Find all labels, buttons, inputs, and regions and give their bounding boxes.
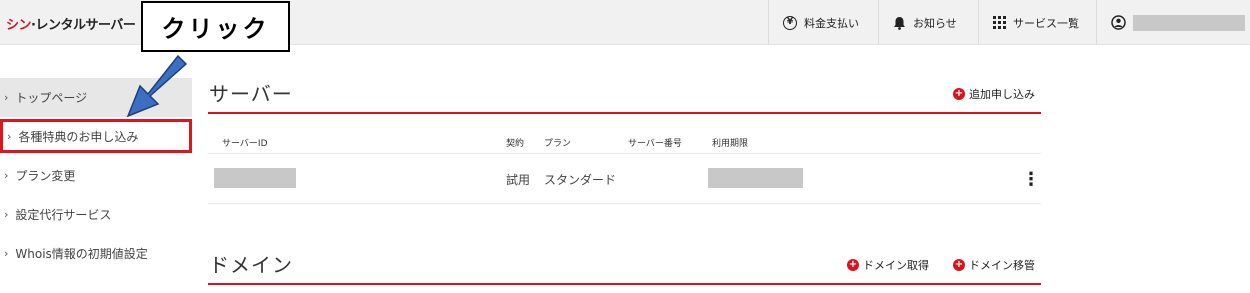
user-icon (1111, 15, 1126, 30)
nav-news[interactable]: お知らせ (878, 0, 978, 45)
domain-section-header: ドメイン + ドメイン取得 + ドメイン移管 (208, 249, 1041, 285)
sidebar-item-benefits[interactable]: › 各種特典のお申し込み (0, 119, 192, 153)
redacted-server-id (214, 168, 296, 188)
callout-text: クリック (161, 15, 270, 43)
yen-circle-icon: ¥ (783, 15, 797, 30)
col-server-id: サーバーID (222, 139, 268, 149)
sidebar-item-label: トップページ (15, 91, 88, 105)
sidebar-item-label: 設定代行サービス (15, 208, 112, 222)
add-server-label: 追加申し込み (969, 88, 1035, 101)
plus-circle-icon: + (953, 259, 965, 271)
logo-brand: シン (6, 18, 32, 33)
pointer-arrow-icon (126, 54, 188, 118)
add-server-link[interactable]: + 追加申し込み (953, 86, 1035, 102)
col-server-number: サーバー番号 (628, 139, 682, 149)
plus-circle-icon: + (847, 259, 859, 271)
redacted-expiry (708, 168, 803, 188)
sidebar-item-label: プラン変更 (15, 169, 76, 183)
col-plan: プラン (544, 139, 572, 149)
sidebar-item-setup-service[interactable]: › 設定代行サービス (0, 195, 192, 234)
redacted-username (1133, 14, 1245, 31)
kebab-icon[interactable]: ⋮ (1022, 171, 1040, 189)
server-section-header: サーバー + 追加申し込み (208, 78, 1041, 114)
nav-payment[interactable]: ¥ 料金支払い (768, 0, 878, 45)
row-contract: 試用 (506, 173, 531, 187)
nav-payment-label: 料金支払い (804, 16, 859, 30)
server-section-title: サーバー (209, 82, 293, 106)
sidebar-item-plan-change[interactable]: › プラン変更 (0, 156, 192, 195)
chevron-right-icon: › (4, 91, 9, 104)
chevron-right-icon: › (4, 169, 9, 182)
domain-section-title: ドメイン (209, 253, 293, 277)
plus-circle-icon: + (953, 88, 965, 100)
acquire-domain-link[interactable]: + ドメイン取得 (847, 257, 929, 273)
nav-user-menu[interactable] (1096, 0, 1250, 45)
nav-services[interactable]: サービス一覧 (978, 0, 1096, 45)
server-table-header: サーバーID 契約 プラン サーバー番号 利用期限 (208, 126, 1041, 154)
grid-icon (993, 16, 1006, 29)
nav-services-label: サービス一覧 (1013, 16, 1079, 30)
sidebar-item-label: Whois情報の初期値設定 (15, 247, 148, 261)
chevron-right-icon: › (4, 247, 9, 260)
chevron-right-icon: › (7, 129, 12, 143)
row-plan: スタンダード (544, 173, 617, 187)
nav-news-label: お知らせ (913, 16, 957, 30)
logo-rest: ·レンタルサーバー (31, 18, 136, 33)
chevron-right-icon: › (4, 208, 9, 221)
bell-icon (894, 16, 905, 30)
table-row[interactable]: 試用 スタンダード ⋮ (208, 154, 1041, 204)
col-contract: 契約 (506, 139, 525, 149)
sidebar-item-whois[interactable]: › Whois情報の初期値設定 (0, 234, 192, 273)
col-expiry: 利用期限 (712, 139, 749, 149)
logo[interactable]: シン·レンタルサーバー (6, 14, 136, 33)
sidebar-item-label: 各種特典のお申し込み (18, 129, 139, 144)
acquire-domain-label: ドメイン取得 (863, 259, 929, 272)
transfer-domain-label: ドメイン移管 (969, 259, 1035, 272)
click-callout: クリック (141, 1, 290, 52)
transfer-domain-link[interactable]: + ドメイン移管 (953, 257, 1035, 273)
